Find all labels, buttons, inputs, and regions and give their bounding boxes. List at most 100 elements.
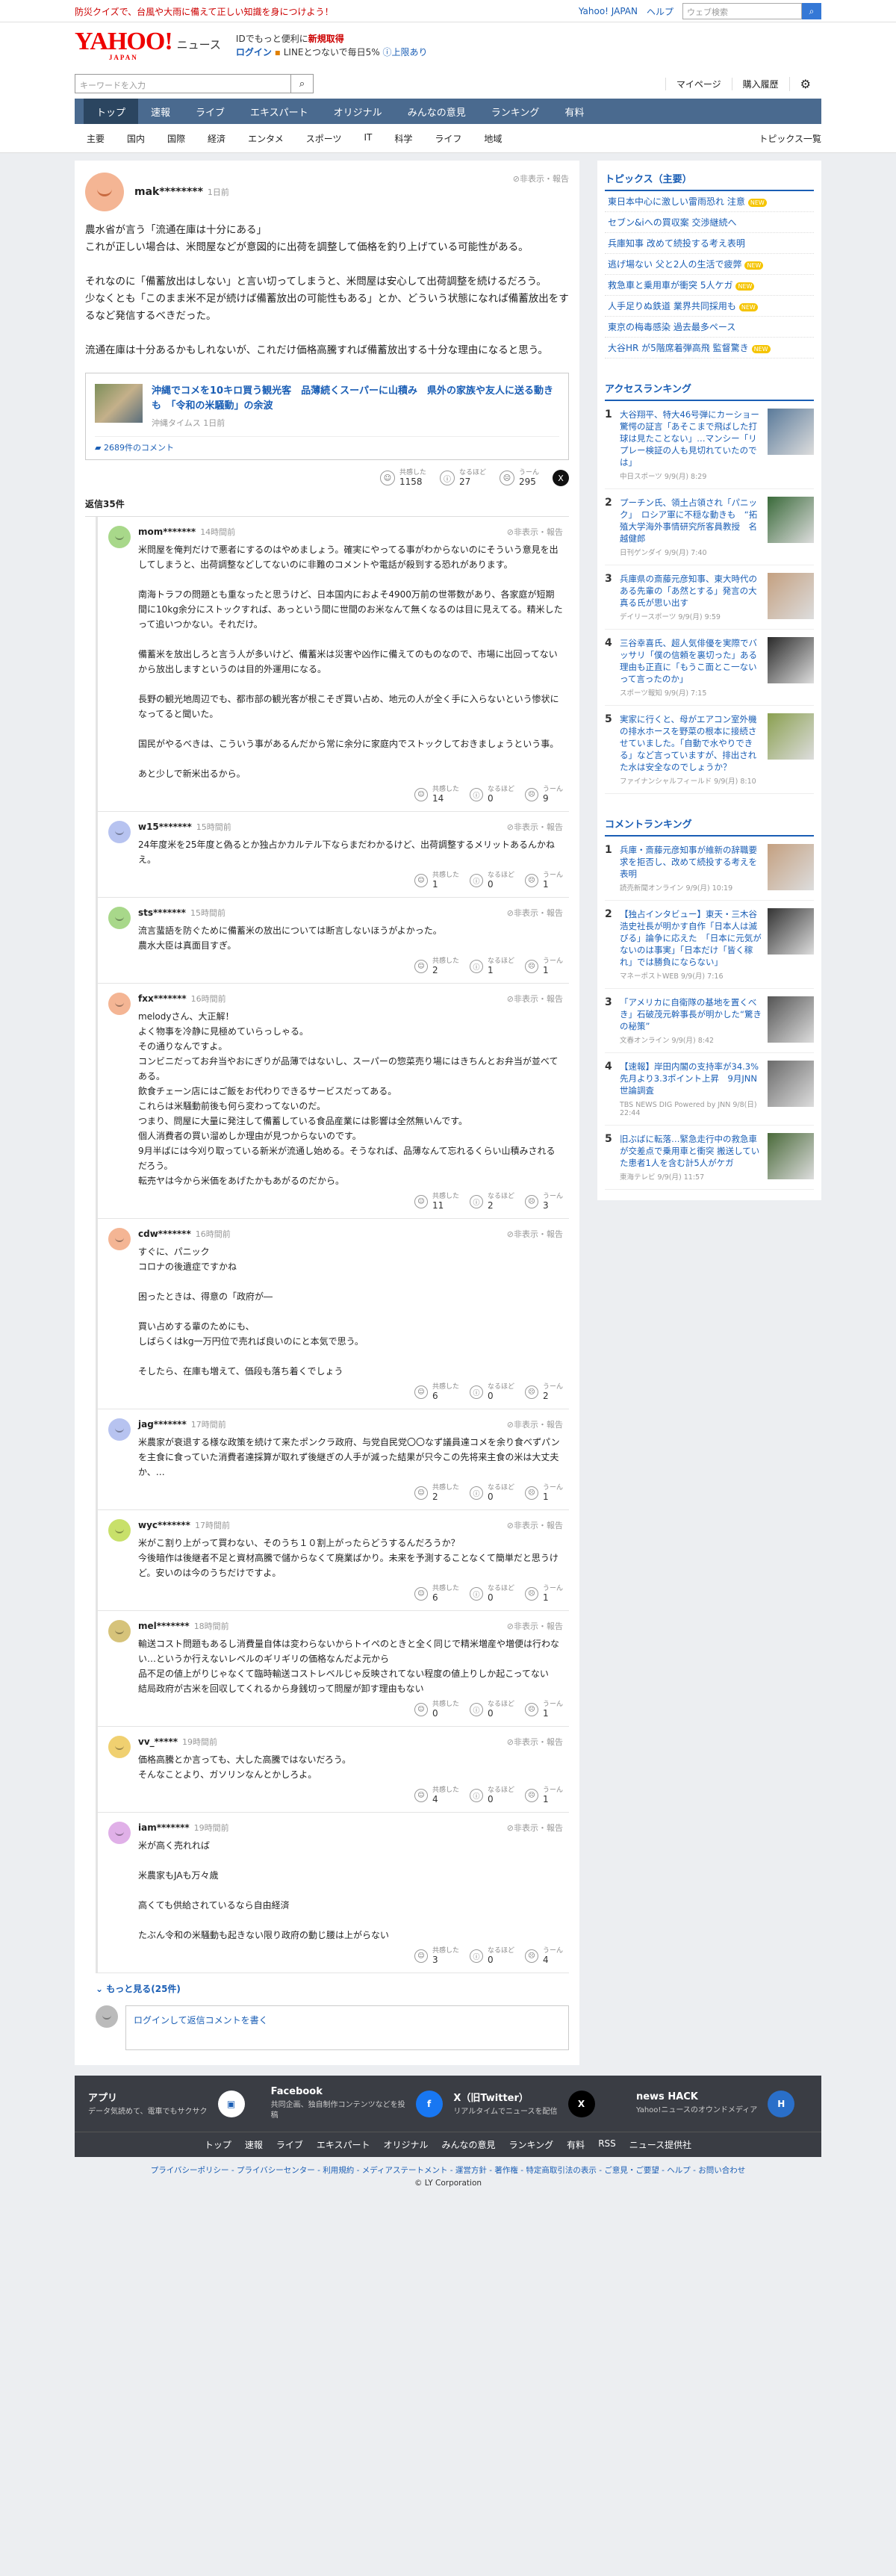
- news-search-input[interactable]: キーワードを入力: [75, 74, 291, 93]
- topic-item[interactable]: 逃げ場ない 父と2人の生活で疲弊 NEW: [605, 254, 814, 275]
- ranking-item[interactable]: 3 「アメリカに自衛隊の基地を置くべき」石破茂元幹事長が明かした“驚きの秘策” 文…: [605, 989, 814, 1053]
- footer-social-item[interactable]: アプリ データ気読めて、電車でもサクサク ▣: [88, 2086, 260, 2121]
- reaction-empathy[interactable]: ☺ 共感した 14: [414, 786, 459, 804]
- article-title[interactable]: 沖縄でコメを10キロ買う観光客 品薄続くスーパーに山積み 県外の家族や友人に送る…: [152, 384, 559, 414]
- subnav-main[interactable]: 主要: [75, 132, 116, 145]
- footer-link[interactable]: ライブ: [276, 2138, 303, 2151]
- reaction-insight[interactable]: ⓘ なるほど 0: [469, 1947, 514, 1965]
- web-search-input[interactable]: ウェブ検索: [682, 3, 802, 19]
- subnav-economy[interactable]: 経済: [196, 132, 237, 145]
- register-link[interactable]: 新規取得: [308, 34, 344, 44]
- reaction-empathy[interactable]: ☺ 共感した 3: [414, 1947, 459, 1965]
- footer-link[interactable]: RSS: [598, 2138, 616, 2151]
- reaction-empathy[interactable]: ☺ 共感した 1158: [379, 469, 426, 487]
- reply-user[interactable]: sts*******: [138, 907, 186, 918]
- footer-link[interactable]: 有料: [567, 2138, 585, 2151]
- reaction-insight[interactable]: ⓘ なるほど 0: [469, 786, 514, 804]
- reaction-hmm[interactable]: ☹ うーん 1: [524, 1585, 563, 1603]
- more-replies-link[interactable]: ⌄ もっと見る(25件): [85, 1973, 569, 2001]
- reply-user[interactable]: w15*******: [138, 822, 192, 832]
- reaction-hmm[interactable]: ☹ うーん 2: [524, 1383, 563, 1401]
- rank-title[interactable]: プーチン氏、領土占領され「パニック」 ロシア軍に不穏な動きも “拓殖大学海外事情…: [620, 497, 762, 544]
- web-search-button[interactable]: ⌕: [802, 3, 821, 19]
- subnav-science[interactable]: 科学: [383, 132, 423, 145]
- topic-item[interactable]: 救急車と乗用車が衝突 5人ケガ NEW: [605, 275, 814, 296]
- article-comment-count[interactable]: ▰ 2689件のコメント: [95, 436, 559, 453]
- hide-report-link[interactable]: ⊘非表示・報告: [507, 907, 563, 919]
- comment-user[interactable]: mak********: [134, 186, 203, 198]
- reply-user[interactable]: cdw*******: [138, 1229, 191, 1239]
- yahoo-news-logo[interactable]: YAHOO! JAPAN ニュース: [75, 29, 221, 62]
- reaction-empathy[interactable]: ☺ 共感した 4: [414, 1787, 459, 1804]
- reaction-hmm[interactable]: ☹ うーん 295: [499, 469, 539, 487]
- ranking-item[interactable]: 5 実家に行くと、母がエアコン室外機の排水ホースを野菜の根本に接続させていました…: [605, 706, 814, 794]
- help-link[interactable]: ヘルプ: [647, 5, 673, 18]
- ranking-item[interactable]: 3 兵庫県の斎藤元彦知事、東大時代のある先輩の「あ然とする」発言の大真る氏が思い…: [605, 565, 814, 630]
- reaction-hmm[interactable]: ☹ うーん 1: [524, 872, 563, 890]
- gear-icon[interactable]: ⚙: [788, 76, 821, 91]
- yahoo-japan-link[interactable]: Yahoo! JAPAN: [579, 6, 638, 16]
- reply-user[interactable]: mel*******: [138, 1621, 190, 1631]
- reply-user[interactable]: fxx*******: [138, 993, 187, 1004]
- reaction-insight[interactable]: ⓘ なるほど 1: [469, 958, 514, 975]
- reaction-insight[interactable]: ⓘ なるほど 2: [469, 1193, 514, 1211]
- reaction-empathy[interactable]: ☺ 共感した 0: [414, 1701, 459, 1719]
- reaction-hmm[interactable]: ☹ うーん 3: [524, 1193, 563, 1211]
- login-link[interactable]: ログイン: [236, 47, 272, 58]
- hide-report-link[interactable]: ⊘非表示・報告: [507, 821, 563, 833]
- nav-top[interactable]: トップ: [84, 99, 139, 124]
- hide-report-link[interactable]: ⊘非表示・報告: [507, 1418, 563, 1430]
- footer-link[interactable]: みんなの意見: [442, 2138, 496, 2151]
- reaction-insight[interactable]: ⓘ なるほど 0: [469, 872, 514, 890]
- hide-report-link[interactable]: ⊘非表示・報告: [507, 526, 563, 538]
- reaction-empathy[interactable]: ☺ 共感した 11: [414, 1193, 459, 1211]
- hide-report-link[interactable]: ⊘非表示・報告: [507, 1228, 563, 1240]
- footer-link[interactable]: エキスパート: [317, 2138, 370, 2151]
- article-card[interactable]: 沖縄でコメを10キロ買う観光客 品薄続くスーパーに山積み 県外の家族や友人に送る…: [85, 373, 569, 460]
- x-share-icon[interactable]: X: [553, 470, 569, 486]
- footer-social-item[interactable]: Facebook 共同企画、独自制作コンテンツなどを投稿 f: [271, 2086, 443, 2121]
- nav-live[interactable]: ライブ: [183, 99, 237, 124]
- reply-user[interactable]: mom*******: [138, 527, 196, 537]
- reaction-insight[interactable]: ⓘ なるほど 0: [469, 1484, 514, 1502]
- rank-title[interactable]: 大谷翔平、特大46号弾にカーショー驚愕の証言「あそこまで飛ばした打球は見たことな…: [620, 409, 762, 468]
- hide-report-link[interactable]: ⊘非表示・報告: [507, 1822, 563, 1834]
- subnav-it[interactable]: IT: [352, 132, 383, 145]
- rank-title[interactable]: 実家に行くと、母がエアコン室外機の排水ホースを野菜の根本に接続させていました。「…: [620, 713, 762, 773]
- mypage-link[interactable]: マイページ: [665, 77, 732, 90]
- topic-item[interactable]: 大谷HR が5階席着弾高飛 監督驚き NEW: [605, 338, 814, 359]
- rank-title[interactable]: 【独占インタビュー】東天・三木谷浩史社長が明かす自作「日本人は滅びる」論争に応え…: [620, 908, 762, 968]
- reaction-hmm[interactable]: ☹ うーん 9: [524, 786, 563, 804]
- news-search-button[interactable]: ⌕: [291, 74, 314, 93]
- reaction-insight[interactable]: ⓘ なるほど 0: [469, 1787, 514, 1804]
- footer-social-item[interactable]: news HACK Yahoo!ニュースのオウンドメディア H: [636, 2086, 808, 2121]
- reaction-empathy[interactable]: ☺ 共感した 6: [414, 1383, 459, 1401]
- topic-item[interactable]: セブン&iへの買収案 交渉継続へ: [605, 212, 814, 233]
- reaction-hmm[interactable]: ☹ うーん 1: [524, 1701, 563, 1719]
- hide-report-link[interactable]: ⊘非表示・報告: [513, 173, 569, 184]
- nav-expert[interactable]: エキスパート: [237, 99, 321, 124]
- nav-original[interactable]: オリジナル: [321, 99, 395, 124]
- reaction-hmm[interactable]: ☹ うーん 1: [524, 958, 563, 975]
- rank-title[interactable]: 兵庫県の斎藤元彦知事、東大時代のある先輩の「あ然とする」発言の大真る氏が思い出す: [620, 573, 762, 609]
- hide-report-link[interactable]: ⊘非表示・報告: [507, 1736, 563, 1748]
- reaction-hmm[interactable]: ☹ うーん 4: [524, 1947, 563, 1965]
- hide-report-link[interactable]: ⊘非表示・報告: [507, 1519, 563, 1531]
- subnav-domestic[interactable]: 国内: [116, 132, 156, 145]
- footer-link[interactable]: 速報: [245, 2138, 263, 2151]
- reaction-insight[interactable]: ⓘ なるほど 0: [469, 1383, 514, 1401]
- nav-breaking[interactable]: 速報: [138, 99, 183, 124]
- rank-title[interactable]: 【速報】岸田内閣の支持率が34.3% 先月より3.3ポイント上昇 9月JNN世論…: [620, 1061, 768, 1096]
- reaction-empathy[interactable]: ☺ 共感した 2: [414, 1484, 459, 1502]
- footer-link[interactable]: トップ: [205, 2138, 231, 2151]
- nav-opinions[interactable]: みんなの意見: [395, 99, 479, 124]
- rank-title[interactable]: 三谷幸喜氏、超人気俳優を実際でバッサリ「僕の信頼を裏切った」ある理由も正直に「も…: [620, 637, 762, 685]
- subnav-local[interactable]: 地域: [473, 132, 513, 145]
- reaction-hmm[interactable]: ☹ うーん 1: [524, 1787, 563, 1804]
- footer-link[interactable]: オリジナル: [384, 2138, 429, 2151]
- topics-list-link[interactable]: トピックス一覧: [759, 132, 821, 145]
- subnav-sports[interactable]: スポーツ: [295, 132, 353, 145]
- reply-user[interactable]: jag*******: [138, 1419, 187, 1430]
- hide-report-link[interactable]: ⊘非表示・報告: [507, 1620, 563, 1632]
- reaction-empathy[interactable]: ☺ 共感した 2: [414, 958, 459, 975]
